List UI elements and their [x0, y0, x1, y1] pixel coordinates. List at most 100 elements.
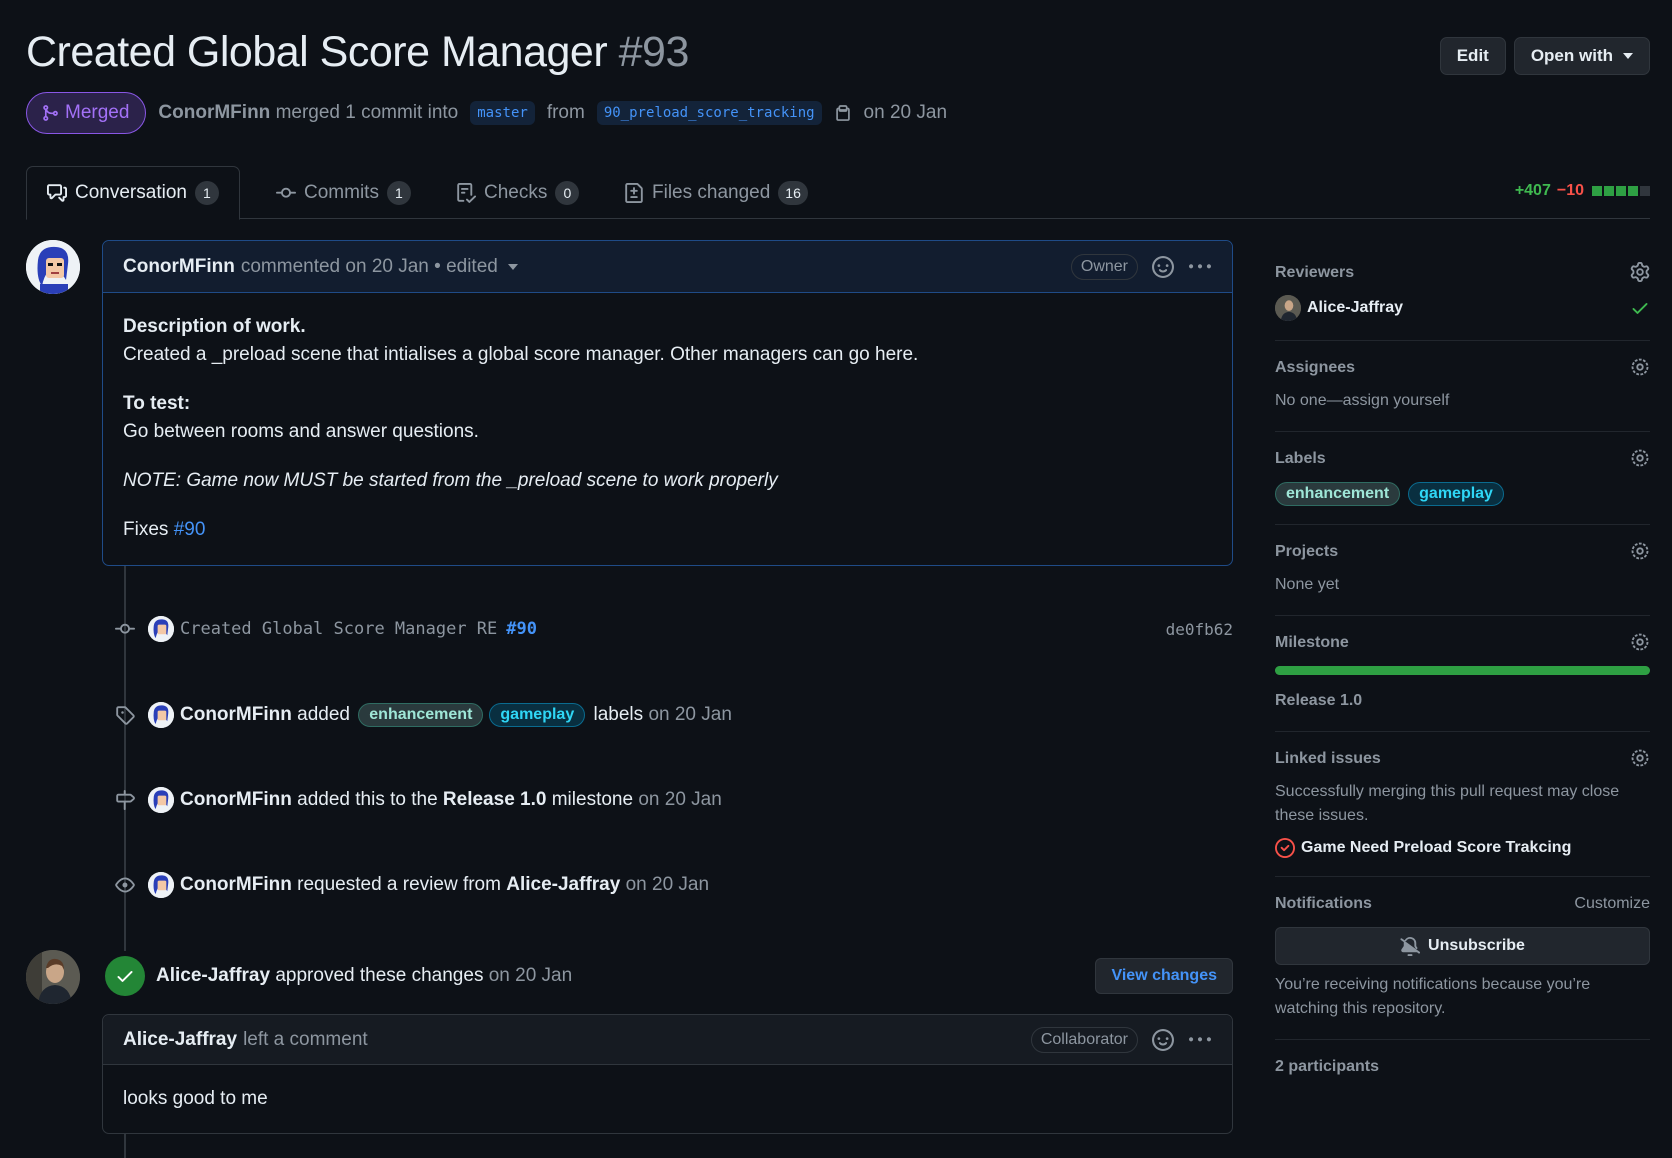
gear-icon[interactable]: [1630, 632, 1650, 657]
edit-button[interactable]: Edit: [1439, 37, 1506, 75]
from-text: from: [546, 102, 585, 123]
event-actor[interactable]: ConorMFinn: [180, 789, 292, 811]
comment-header: Alice-Jaffray left a comment Collaborato…: [103, 1015, 1232, 1065]
merge-summary: ConorMFinn merged 1 commit into: [158, 102, 458, 124]
edited-dropdown-icon[interactable]: [507, 263, 518, 270]
issue-closed-icon: [1275, 838, 1295, 858]
kebab-horizontal-icon[interactable]: [1188, 256, 1212, 278]
gear-icon[interactable]: [1630, 541, 1650, 566]
commit-icon: [276, 187, 296, 198]
projects-title[interactable]: Projects: [1275, 539, 1650, 565]
linked-issues-section: Linked issues Successfully merging this …: [1275, 732, 1650, 877]
copy-icon[interactable]: [834, 103, 852, 123]
comment-meta[interactable]: commented on 20 Jan • edited: [241, 256, 498, 278]
reviewer-link[interactable]: Alice-Jaffray: [506, 874, 620, 896]
diffstat-block: [1616, 186, 1626, 196]
milestone-title[interactable]: Milestone: [1275, 630, 1650, 656]
eye-icon: [115, 877, 135, 893]
event-actor[interactable]: ConorMFinn: [180, 874, 292, 896]
commit-sha[interactable]: de0fb62: [1166, 620, 1233, 639]
comment-text: looks good to me: [123, 1088, 268, 1109]
header-actions: Edit Open with: [1439, 37, 1650, 75]
avatar-conormfinn-small[interactable]: [148, 616, 174, 642]
fixes-issue-link[interactable]: #90: [174, 519, 206, 540]
label-enhancement[interactable]: enhancement: [358, 703, 484, 727]
avatar-conormfinn-small[interactable]: [148, 872, 174, 898]
eye-icon-wrap: [102, 875, 148, 895]
assignees-title[interactable]: Assignees: [1275, 355, 1650, 381]
reviewer-avatar[interactable]: [1275, 295, 1301, 321]
event-date[interactable]: on 20 Jan: [648, 704, 731, 726]
commit-issue-link[interactable]: #90: [506, 619, 537, 639]
avatar-conormfinn[interactable]: [26, 240, 80, 294]
event-actor[interactable]: Alice-Jaffray: [156, 965, 270, 987]
owner-badge: Owner: [1070, 253, 1138, 280]
event-verb: added this to the: [297, 789, 438, 810]
milestone-progress-bar: [1275, 666, 1650, 675]
linked-issues-text: Successfully merging this pull request m…: [1275, 783, 1620, 824]
smiley-icon[interactable]: [1152, 1028, 1174, 1051]
unsubscribe-button[interactable]: Unsubscribe: [1275, 927, 1650, 965]
tab-commits[interactable]: Commits 1: [256, 166, 431, 219]
label-gameplay[interactable]: gameplay: [489, 703, 586, 727]
event-date[interactable]: on 20 Jan: [638, 789, 721, 811]
linked-issue-row[interactable]: Game Need Preload Score Trakcing: [1275, 838, 1650, 858]
label-enhancement[interactable]: enhancement: [1275, 482, 1401, 506]
tab-files-changed[interactable]: Files changed 16: [604, 166, 828, 219]
avatar-conormfinn-small[interactable]: [148, 787, 174, 813]
assign-yourself-link[interactable]: No one—assign yourself: [1275, 389, 1650, 413]
comment-author[interactable]: Alice-Jaffray: [123, 1029, 237, 1051]
notifications-section: Notifications Customize Unsubscribe You’…: [1275, 877, 1650, 1040]
comment-author[interactable]: ConorMFinn: [123, 256, 235, 278]
reviewers-title[interactable]: Reviewers: [1275, 260, 1650, 286]
comment-body: looks good to me: [103, 1065, 1232, 1133]
linked-issues-title[interactable]: Linked issues: [1275, 746, 1650, 772]
diffstat-block: [1640, 186, 1650, 196]
gear-icon[interactable]: [1630, 748, 1650, 773]
comment-body: Description of work. Created a _preload s…: [103, 293, 1232, 564]
event-suffix: labels: [593, 704, 644, 725]
avatar-face-icon: [148, 616, 174, 642]
base-branch[interactable]: master: [470, 101, 535, 125]
linked-issue-title[interactable]: Game Need Preload Score Trakcing: [1301, 839, 1571, 857]
avatar-alice-jaffray[interactable]: [26, 950, 80, 1004]
event-date[interactable]: on 20 Jan: [626, 874, 709, 896]
smiley-icon[interactable]: [1152, 255, 1174, 278]
diffstat-block: [1628, 186, 1638, 196]
diff-deletions: −10: [1556, 182, 1584, 199]
event-date[interactable]: on 20 Jan: [489, 965, 572, 987]
reviewer-name[interactable]: Alice-Jaffray: [1307, 299, 1403, 317]
comment-header: ConorMFinn commented on 20 Jan • edited …: [103, 241, 1232, 293]
timeline-line: [124, 1130, 126, 1158]
gear-icon[interactable]: [1630, 357, 1650, 382]
test-text: Go between rooms and answer questions.: [123, 421, 479, 442]
avatar-conormfinn-small[interactable]: [148, 702, 174, 728]
commit-message[interactable]: Created Global Score Manager RE: [180, 619, 497, 639]
customize-link[interactable]: Customize: [1574, 895, 1650, 913]
milestone-event: ConorMFinn added this to the Release 1.0…: [102, 780, 722, 820]
open-with-button[interactable]: Open with: [1513, 37, 1650, 75]
view-changes-button[interactable]: View changes: [1095, 958, 1233, 994]
tab-checks[interactable]: Checks 0: [436, 166, 599, 219]
fixes-text: Fixes: [123, 519, 169, 540]
comment-discussion-icon: [47, 184, 67, 202]
milestone-icon: [116, 790, 135, 810]
note-text: NOTE: Game now MUST be started from the …: [123, 470, 778, 491]
gear-icon[interactable]: [1630, 448, 1650, 473]
milestone-name[interactable]: Release 1.0: [1275, 689, 1650, 713]
milestone-section: Milestone Release 1.0: [1275, 616, 1650, 732]
avatar-photo-icon: [26, 950, 80, 1004]
gear-icon[interactable]: [1630, 262, 1650, 287]
merge-text: merged 1 commit into: [275, 102, 459, 123]
pr-author-link[interactable]: ConorMFinn: [158, 102, 270, 123]
pr-title: Created Global Score Manager #93: [26, 28, 689, 77]
labels-title[interactable]: Labels: [1275, 446, 1650, 472]
kebab-horizontal-icon[interactable]: [1188, 1029, 1212, 1051]
merged-label: Merged: [65, 102, 130, 123]
merged-badge: Merged: [26, 92, 147, 134]
tab-conversation[interactable]: Conversation 1: [26, 166, 240, 220]
head-branch[interactable]: 90_preload_score_tracking: [596, 101, 822, 125]
event-actor[interactable]: ConorMFinn: [180, 704, 292, 726]
milestone-link[interactable]: Release 1.0: [443, 789, 547, 811]
label-gameplay[interactable]: gameplay: [1408, 482, 1504, 506]
